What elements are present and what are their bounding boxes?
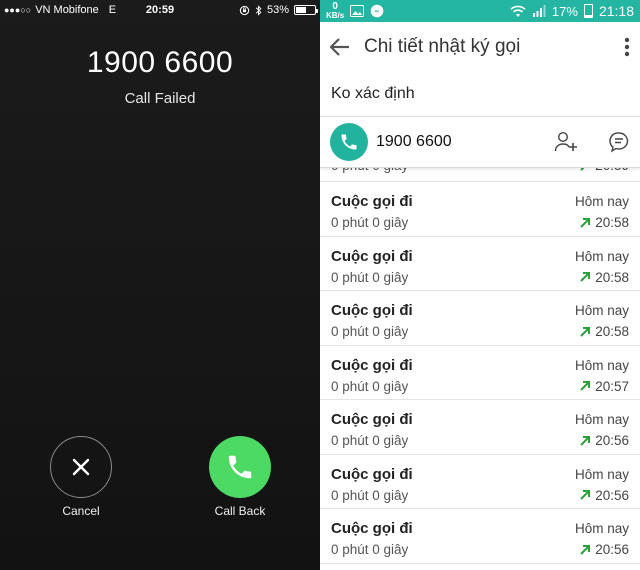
app-toolbar: Chi tiết nhật ký gọi [320, 22, 640, 72]
call-day: Hôm nay [574, 194, 629, 209]
outgoing-call-icon [580, 326, 591, 337]
call-day: Hôm nay [574, 521, 629, 536]
call-time-wrap: 20:56 [579, 542, 629, 557]
cancel-label: Cancel [62, 504, 100, 518]
page-title: Chi tiết nhật ký gọi [364, 36, 521, 57]
call-time-wrap: 20:56 [579, 433, 629, 448]
call-time: 20:58 [595, 215, 629, 230]
list-item[interactable]: Cuộc gọi đi 0 phút 0 giây Hôm nay 20:57 [320, 346, 640, 400]
call-time-wrap: 20:58 [579, 270, 629, 285]
caller-name: Ko xác định [331, 85, 415, 102]
call-type: Cuộc gọi đi [331, 247, 413, 265]
carrier-name: VN Mobifone [35, 4, 99, 16]
call-status: Call Failed [124, 90, 196, 107]
contact-number: 1900 6600 [376, 133, 452, 150]
call-back-button[interactable] [209, 436, 271, 498]
call-type: Cuộc gọi đi [331, 356, 413, 374]
outgoing-call-icon [580, 272, 591, 282]
call-duration: 0 phút 0 giây [331, 542, 409, 557]
call-button[interactable] [330, 123, 368, 161]
wifi-icon [510, 5, 526, 17]
close-icon [72, 458, 90, 476]
dialed-number: 1900 6600 [86, 46, 234, 79]
contact-row: 1900 6600 [320, 116, 640, 168]
rotation-lock-icon [239, 5, 250, 15]
call-type: Cuộc gọi đi [331, 520, 413, 537]
call-time: 20:58 [595, 324, 629, 339]
battery-percent: 53% [266, 4, 289, 16]
outgoing-call-icon [580, 544, 591, 555]
message-icon[interactable] [608, 131, 630, 153]
bluetooth-icon [255, 4, 262, 16]
android-call-log-screen: 0 KB/s 17% 21:18 Chi tiết nhật ký gọi Ko… [320, 0, 640, 570]
data-rate-unit: KB/s [326, 11, 345, 20]
list-item[interactable]: Cuộc gọi đi 0 phút 0 giây Hôm nay 20:56 [320, 509, 640, 564]
outgoing-call-icon [580, 435, 591, 446]
phone-icon [341, 134, 357, 150]
call-log-list: 0 phút 0 giây20:59Cuộc gọi đi0 phút 0 gi… [320, 158, 640, 564]
ios-status-bar: ●●●○○ VN Mobifone E 20:59 53% [0, 0, 320, 20]
call-duration: 0 phút 0 giây [331, 378, 409, 394]
call-time-wrap: 20:58 [579, 324, 629, 339]
gallery-notification-icon [350, 5, 365, 17]
call-day: Hôm nay [574, 466, 629, 482]
outgoing-call-icon [580, 381, 591, 391]
list-item[interactable]: Cuộc gọi đi 0 phút 0 giây Hôm nay 20:58 [320, 291, 640, 346]
call-time: 20:57 [595, 378, 629, 394]
call-time: 20:56 [595, 542, 629, 557]
list-item[interactable]: Cuộc gọi đi 0 phút 0 giây Hôm nay 20:56 [320, 400, 640, 455]
call-duration: 0 phút 0 giây [331, 487, 409, 503]
phone-icon [228, 455, 252, 479]
call-type: Cuộc gọi đi [331, 465, 413, 483]
cancel-button[interactable] [50, 436, 112, 498]
call-type: Cuộc gọi đi [331, 411, 413, 428]
call-time-wrap: 20:58 [579, 215, 629, 230]
battery-icon [294, 5, 318, 15]
call-type: Cuộc gọi đi [331, 193, 413, 210]
ios-call-screen: ●●●○○ VN Mobifone E 20:59 53% 1900 6600 … [0, 0, 320, 570]
call-time: 20:58 [595, 269, 629, 285]
call-back-label: Call Back [214, 504, 266, 518]
call-time-wrap: 20:57 [579, 379, 629, 394]
battery-icon [583, 4, 593, 18]
call-type: Cuộc gọi đi [331, 302, 413, 319]
list-item[interactable]: Cuộc gọi đi 0 phút 0 giây Hôm nay 20:58 [320, 182, 640, 237]
call-duration: 0 phút 0 giây [331, 324, 409, 339]
call-day: Hôm nay [574, 412, 629, 427]
add-contact-icon[interactable] [554, 131, 578, 153]
android-status-bar: 0 KB/s 17% 21:18 [320, 0, 640, 22]
call-time: 20:56 [595, 433, 629, 448]
call-duration: 0 phút 0 giây [331, 269, 409, 285]
messenger-icon [370, 4, 384, 18]
back-arrow-icon[interactable] [330, 38, 350, 56]
call-day: Hôm nay [574, 303, 629, 318]
list-item[interactable]: Cuộc gọi đi 0 phút 0 giây Hôm nay 20:58 [320, 237, 640, 291]
more-options-icon[interactable] [624, 37, 630, 57]
cellular-signal-icon [532, 5, 546, 17]
data-rate-indicator: 0 KB/s [326, 2, 344, 20]
list-item[interactable]: Cuộc gọi đi 0 phút 0 giây Hôm nay 20:56 [320, 455, 640, 509]
signal-strength-icon: ●●●○○ [4, 5, 32, 15]
call-day: Hôm nay [574, 248, 629, 264]
status-time: 21:18 [598, 3, 634, 19]
call-duration: 0 phút 0 giây [331, 433, 409, 448]
call-day: Hôm nay [574, 357, 629, 373]
call-duration: 0 phút 0 giây [331, 215, 409, 230]
call-time: 20:56 [595, 487, 629, 503]
outgoing-call-icon [580, 217, 591, 228]
outgoing-call-icon [580, 490, 591, 500]
network-type: E [108, 4, 117, 16]
battery-percent: 17% [551, 3, 578, 19]
call-time-wrap: 20:56 [579, 488, 629, 503]
